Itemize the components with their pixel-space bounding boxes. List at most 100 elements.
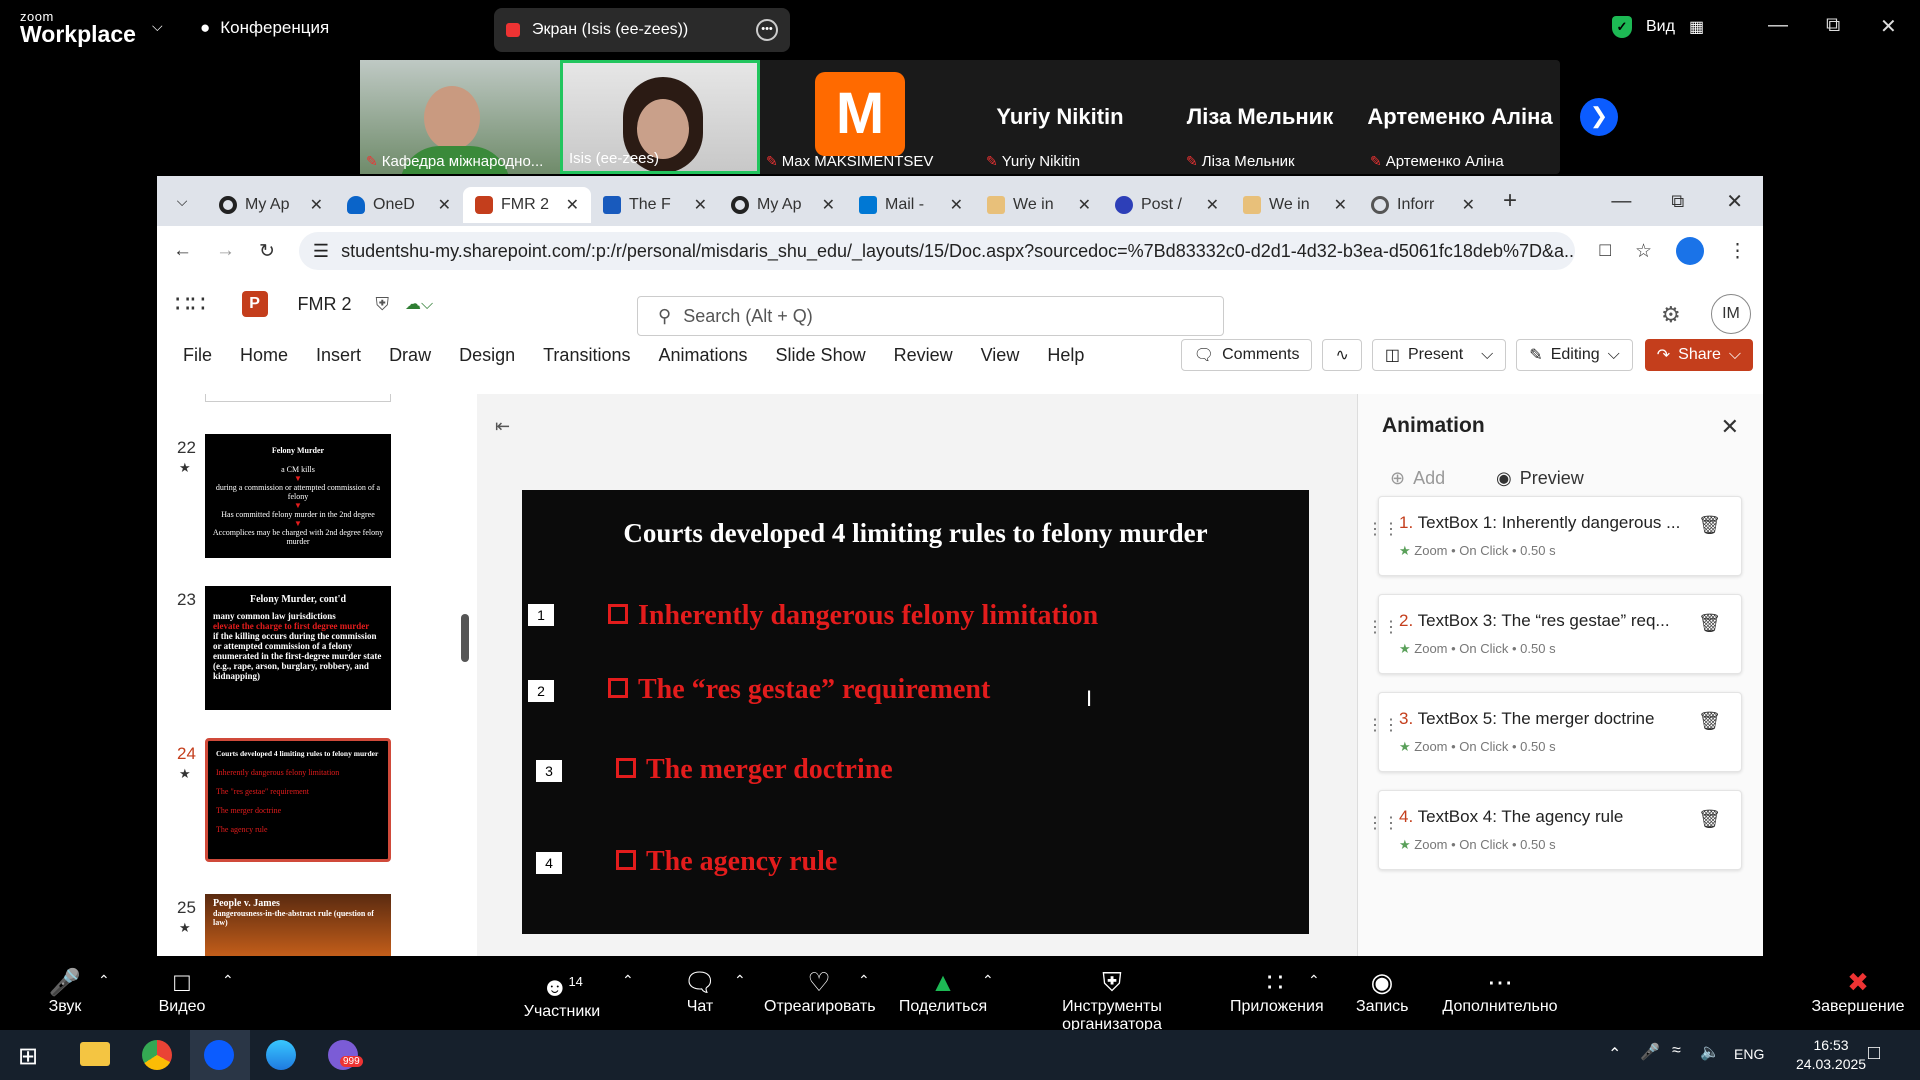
tab-file[interactable]: File	[183, 345, 212, 366]
chevron-up-icon[interactable]: ⌃	[734, 972, 746, 989]
delete-icon[interactable]: 🗑	[1698, 711, 1721, 732]
browser-tab[interactable]: We in ✕	[1231, 187, 1359, 223]
meeting-info-button[interactable]: ● Конференция	[200, 18, 329, 38]
tab-insert[interactable]: Insert	[316, 345, 361, 366]
back-icon[interactable]: ←	[173, 240, 192, 262]
animation-order-tag[interactable]: 3	[536, 760, 562, 782]
animation-item[interactable]: ⋮⋮ 1. TextBox 1: Inherently dangerous ..…	[1367, 496, 1742, 576]
slide-bullet[interactable]: Inherently dangerous felony limitation	[608, 600, 1098, 632]
site-settings-icon[interactable]: ☰	[313, 241, 329, 262]
chevron-up-icon[interactable]: ⌃	[1308, 972, 1320, 989]
bookmark-page-icon[interactable]: □	[1599, 240, 1610, 262]
file-explorer-icon[interactable]	[80, 1042, 110, 1066]
close-tab-icon[interactable]: ✕	[438, 195, 451, 215]
end-meeting-button[interactable]: ✖ Завершение	[1810, 966, 1906, 1016]
animation-order-tag[interactable]: 4	[536, 852, 562, 874]
animation-item[interactable]: ⋮⋮ 3. TextBox 5: The merger doctrine ★ Z…	[1367, 692, 1742, 772]
tab-transitions[interactable]: Transitions	[543, 345, 630, 366]
tab-search-icon[interactable]: ⌵	[157, 193, 207, 210]
animation-item[interactable]: ⋮⋮ 4. TextBox 4: The agency rule ★ Zoom …	[1367, 790, 1742, 870]
mic-icon[interactable]: 🎤	[1640, 1042, 1660, 1062]
animation-order-tag[interactable]: 1	[528, 604, 554, 626]
close-tab-icon[interactable]: ✕	[822, 195, 835, 215]
browser-tab[interactable]: OneD ✕	[335, 187, 463, 223]
browser-tab-active[interactable]: FMR 2 ✕	[463, 187, 591, 223]
shield-icon[interactable]: ⛨	[376, 294, 390, 315]
app-launcher-icon[interactable]: ∷∷	[175, 290, 206, 319]
more-icon[interactable]: •••	[756, 19, 778, 41]
comments-button[interactable]: 🗨 Comments	[1180, 339, 1313, 371]
gallery-next-button[interactable]: ❯	[1580, 98, 1618, 136]
video-tile[interactable]: ✎ Кафедра міжнародно...	[360, 60, 560, 174]
current-slide[interactable]: Courts developed 4 limiting rules to fel…	[522, 490, 1309, 934]
animation-order-tag[interactable]: 2	[528, 680, 554, 702]
profile-avatar[interactable]	[1676, 237, 1704, 265]
thumbnail-scrollbar[interactable]	[461, 614, 469, 662]
delete-icon[interactable]: 🗑	[1698, 613, 1721, 634]
video-tile[interactable]: Ліза Мельник ✎ Ліза Мельник	[1160, 60, 1360, 174]
video-tile[interactable]: Yuriy Nikitin ✎ Yuriy Nikitin	[960, 60, 1160, 174]
star-icon[interactable]: ☆	[1635, 240, 1652, 263]
wifi-icon[interactable]: ≈	[1672, 1042, 1681, 1060]
encryption-shield-icon[interactable]: ✓	[1612, 16, 1632, 38]
tab-review[interactable]: Review	[894, 345, 953, 366]
saved-status-icon[interactable]: ☁⌵	[405, 294, 433, 314]
close-tab-icon[interactable]: ✕	[566, 195, 579, 215]
kebab-menu-icon[interactable]: ⋮	[1728, 240, 1747, 263]
tab-help[interactable]: Help	[1047, 345, 1084, 366]
browser-tab[interactable]: My Ap ✕	[719, 187, 847, 223]
notifications-icon[interactable]: □	[1868, 1042, 1880, 1065]
chrome-icon[interactable]	[142, 1040, 172, 1070]
expand-panel-icon[interactable]: ⇤	[495, 416, 510, 437]
slide-thumbnail[interactable]: People v. James dangerousness-in-the-abs…	[205, 894, 391, 956]
chevron-down-icon[interactable]: ⌵	[1481, 346, 1493, 364]
forward-icon[interactable]: →	[216, 240, 235, 262]
clock[interactable]: 16:53 24.03.2025	[1796, 1036, 1866, 1074]
delete-icon[interactable]: 🗑	[1698, 809, 1721, 830]
close-icon[interactable]: ✕	[1880, 14, 1897, 39]
screen-share-indicator[interactable]: Экран (Isis (ee-zees)) •••	[494, 8, 790, 52]
animation-item[interactable]: ⋮⋮ 2. TextBox 3: The “res gestae” req...…	[1367, 594, 1742, 674]
video-tile-active-speaker[interactable]: Isis (ee-zees)	[560, 60, 760, 174]
close-icon[interactable]: ✕	[1726, 189, 1743, 214]
chevron-down-icon[interactable]: ⌵	[152, 18, 163, 35]
host-tools-button[interactable]: ⛨ Инструменты организатора	[1012, 966, 1212, 1034]
preview-button[interactable]: ◉ Preview	[1496, 468, 1584, 489]
drag-handle-icon[interactable]: ⋮⋮	[1367, 715, 1399, 735]
audio-button[interactable]: 🎤 Звук	[40, 966, 90, 1016]
browser-tab[interactable]: My Ap ✕	[207, 187, 335, 223]
drag-handle-icon[interactable]: ⋮⋮	[1367, 519, 1399, 539]
chevron-up-icon[interactable]: ⌃	[98, 972, 110, 989]
close-tab-icon[interactable]: ✕	[1462, 195, 1475, 215]
more-button[interactable]: ⋯ Дополнительно	[1440, 966, 1560, 1016]
browser-tab[interactable]: We in ✕	[975, 187, 1103, 223]
browser-tab[interactable]: The F ✕	[591, 187, 719, 223]
chat-button[interactable]: 🗨 Чат	[680, 966, 720, 1016]
windows-start-icon[interactable]: ⊞	[18, 1042, 38, 1071]
tab-view[interactable]: View	[981, 345, 1020, 366]
slide-bullet[interactable]: The agency rule	[616, 846, 837, 878]
grid-icon[interactable]: ▦	[1689, 17, 1704, 37]
browser-tab[interactable]: Inforr ✕	[1359, 187, 1487, 223]
chevron-up-icon[interactable]: ⌃	[1608, 1044, 1621, 1064]
close-tab-icon[interactable]: ✕	[694, 195, 707, 215]
slide-title[interactable]: Courts developed 4 limiting rules to fel…	[522, 518, 1309, 549]
close-tab-icon[interactable]: ✕	[1206, 195, 1219, 215]
slide-bullet[interactable]: The merger doctrine	[616, 754, 893, 786]
close-tab-icon[interactable]: ✕	[1334, 195, 1347, 215]
video-button[interactable]: □ Видео	[150, 966, 214, 1016]
chevron-up-icon[interactable]: ⌃	[858, 972, 870, 989]
editing-mode-button[interactable]: ✎ Editing ⌵	[1516, 339, 1633, 371]
gear-icon[interactable]: ⚙	[1661, 302, 1681, 328]
add-animation-button[interactable]: ⊕ Add	[1390, 468, 1445, 489]
catch-up-button[interactable]: ∿	[1322, 339, 1362, 371]
present-button[interactable]: ◫ Present ⌵	[1371, 339, 1507, 371]
delete-icon[interactable]: 🗑	[1698, 515, 1721, 536]
video-tile[interactable]: M ✎ Max MAKSIMENTSEV	[760, 60, 960, 174]
minimize-icon[interactable]: —	[1611, 190, 1631, 213]
powerpoint-icon[interactable]: P	[241, 291, 268, 317]
drag-handle-icon[interactable]: ⋮⋮	[1367, 617, 1399, 637]
slide-thumbnail[interactable]: Felony Murder a CM kills ▼ during a comm…	[205, 434, 391, 558]
chevron-up-icon[interactable]: ⌃	[622, 972, 634, 989]
tab-home[interactable]: Home	[240, 345, 288, 366]
